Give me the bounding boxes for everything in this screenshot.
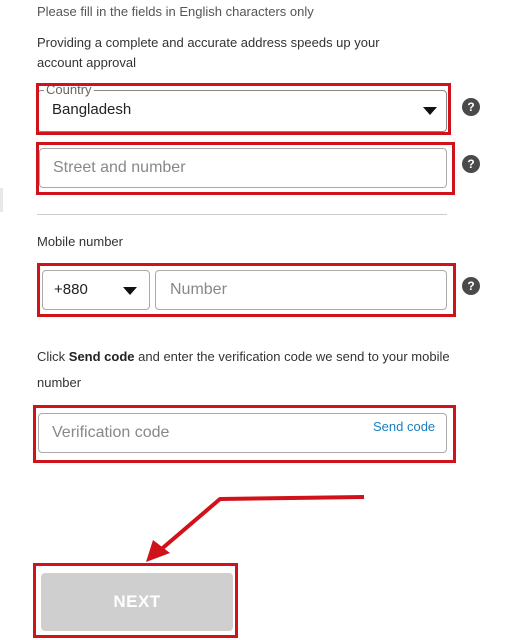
highlight-next [33,563,238,638]
red-arrow-annotation [146,495,365,562]
